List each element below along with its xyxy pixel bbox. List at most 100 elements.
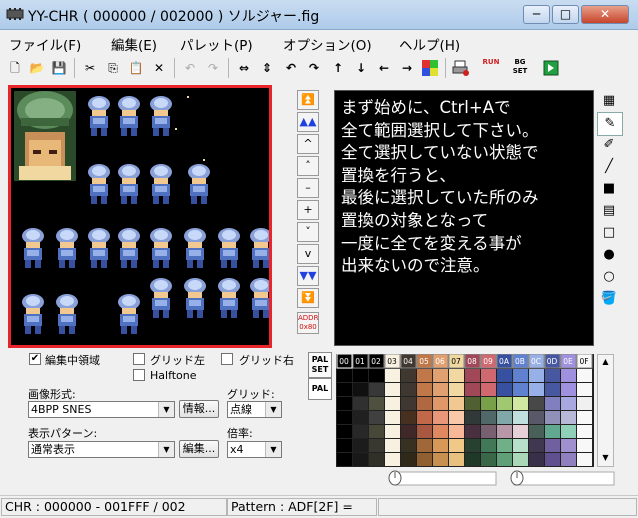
palette-swatch[interactable]	[401, 369, 416, 382]
paste-icon[interactable]: 📋	[126, 58, 146, 78]
pal-button[interactable]: PAL	[308, 378, 332, 400]
shift-left-icon[interactable]: ←	[374, 58, 394, 78]
pen-tool-icon[interactable]: ✎	[597, 112, 623, 136]
palette-swatch[interactable]	[497, 439, 512, 452]
palette-swatch[interactable]	[353, 439, 368, 452]
palette-swatch[interactable]	[433, 369, 448, 382]
palette-swatch[interactable]	[449, 383, 464, 396]
minimize-button[interactable]: ─	[523, 5, 550, 24]
pal-set-button[interactable]: PAL SET	[308, 352, 332, 378]
palette-swatch[interactable]	[545, 453, 560, 466]
palette-swatch[interactable]	[385, 425, 400, 438]
palette-swatch[interactable]	[401, 425, 416, 438]
color-grid-icon[interactable]	[420, 58, 440, 78]
palette-swatch[interactable]	[353, 397, 368, 410]
edit-region-checkbox[interactable]: ✔	[29, 353, 41, 365]
rotate-right-icon[interactable]: ↷	[304, 58, 324, 78]
palette-swatch[interactable]	[337, 425, 352, 438]
zoom-select[interactable]: x4 ▼	[227, 441, 282, 458]
palette-swatch[interactable]	[561, 411, 576, 424]
palette-swatch[interactable]	[433, 411, 448, 424]
redo-icon[interactable]: ↷	[203, 58, 223, 78]
palette-swatch[interactable]	[497, 425, 512, 438]
palette-swatch[interactable]	[337, 411, 352, 424]
palette-vertical-scrollbar[interactable]: ▲ ▼	[597, 354, 614, 467]
palette-swatch[interactable]	[353, 425, 368, 438]
palette-swatch[interactable]	[369, 453, 384, 466]
palette-swatch[interactable]	[465, 425, 480, 438]
palette-swatch[interactable]	[561, 383, 576, 396]
palette-swatch[interactable]	[529, 383, 544, 396]
palette-swatch[interactable]	[513, 453, 528, 466]
palette-swatch[interactable]	[497, 383, 512, 396]
select-tool-icon[interactable]: ▦	[597, 90, 621, 112]
palette-swatch[interactable]	[417, 369, 432, 382]
palette-swatch[interactable]	[545, 397, 560, 410]
palette-swatch[interactable]	[433, 397, 448, 410]
palette-swatch[interactable]	[529, 453, 544, 466]
pattern-canvas[interactable]	[11, 88, 269, 345]
palette-swatch[interactable]	[513, 425, 528, 438]
palette-swatch[interactable]	[465, 383, 480, 396]
palette-swatch[interactable]	[337, 383, 352, 396]
palette-swatch[interactable]	[401, 439, 416, 452]
palette-swatch[interactable]	[481, 411, 496, 424]
palette-swatch[interactable]	[385, 397, 400, 410]
scroll-down-arrow-icon[interactable]: ▼	[598, 451, 613, 465]
palette-swatch[interactable]	[577, 397, 592, 410]
palette-swatch[interactable]	[433, 425, 448, 438]
halftone-checkbox[interactable]	[133, 369, 145, 381]
palette-swatch[interactable]	[561, 439, 576, 452]
palette-swatch[interactable]	[449, 439, 464, 452]
plus-button[interactable]: +	[297, 200, 319, 220]
delete-icon[interactable]: ✕	[149, 58, 169, 78]
grid-right-checkbox[interactable]	[221, 353, 233, 365]
palette-sliders[interactable]	[386, 470, 616, 487]
line-down-button[interactable]: ˅	[297, 222, 319, 242]
palette-swatch[interactable]	[385, 453, 400, 466]
palette-swatch[interactable]	[561, 369, 576, 382]
palette-swatch[interactable]	[385, 439, 400, 452]
palette-swatch[interactable]	[433, 383, 448, 396]
palette-swatch[interactable]	[433, 453, 448, 466]
cut-icon[interactable]: ✂	[80, 58, 100, 78]
info-button[interactable]: 情報...	[179, 400, 219, 418]
palette-swatch[interactable]	[401, 383, 416, 396]
page-down-fast-button[interactable]: ▼▼	[297, 266, 319, 286]
palette-swatch[interactable]	[449, 453, 464, 466]
palette-swatch[interactable]	[337, 369, 352, 382]
palette-swatch[interactable]	[401, 453, 416, 466]
palette-swatch[interactable]	[513, 397, 528, 410]
palette-swatch[interactable]	[369, 439, 384, 452]
open-file-icon[interactable]: 📂	[27, 58, 47, 78]
copy-icon[interactable]: ⎘	[103, 58, 123, 78]
display-pattern-select[interactable]: 通常表示 ▼	[28, 441, 175, 458]
palette-swatch[interactable]	[417, 383, 432, 396]
filled-rect-tool-icon[interactable]: ■	[597, 178, 621, 200]
palette-swatch[interactable]	[337, 453, 352, 466]
new-file-icon[interactable]: 🗋	[5, 58, 25, 78]
menu-help[interactable]: ヘルプ(H)	[399, 34, 460, 54]
palette-swatch[interactable]	[545, 411, 560, 424]
save-icon[interactable]: 💾	[49, 58, 69, 78]
palette-swatch[interactable]	[529, 397, 544, 410]
palette-swatch[interactable]	[561, 453, 576, 466]
palette-swatch[interactable]	[353, 369, 368, 382]
palette-swatch[interactable]	[353, 383, 368, 396]
palette-swatch[interactable]	[385, 369, 400, 382]
scroll-up-arrow-icon[interactable]: ▲	[598, 355, 613, 369]
palette-swatch[interactable]	[449, 397, 464, 410]
menu-palette[interactable]: パレット(P)	[180, 34, 253, 54]
palette-swatch[interactable]	[465, 439, 480, 452]
palette-swatch[interactable]	[513, 411, 528, 424]
palette-swatch[interactable]	[577, 383, 592, 396]
edit-button[interactable]: 編集...	[179, 440, 219, 458]
palette-swatch[interactable]	[449, 411, 464, 424]
page-up-fast-button[interactable]: ▲▲	[297, 112, 319, 132]
palette-swatch[interactable]	[481, 369, 496, 382]
addr-button[interactable]: ADDR 0x80	[297, 312, 319, 334]
palette-swatch[interactable]	[401, 397, 416, 410]
shift-up-icon[interactable]: ↑	[328, 58, 348, 78]
flip-vertical-icon[interactable]: ⇕	[257, 58, 277, 78]
minus-button[interactable]: –	[297, 178, 319, 198]
